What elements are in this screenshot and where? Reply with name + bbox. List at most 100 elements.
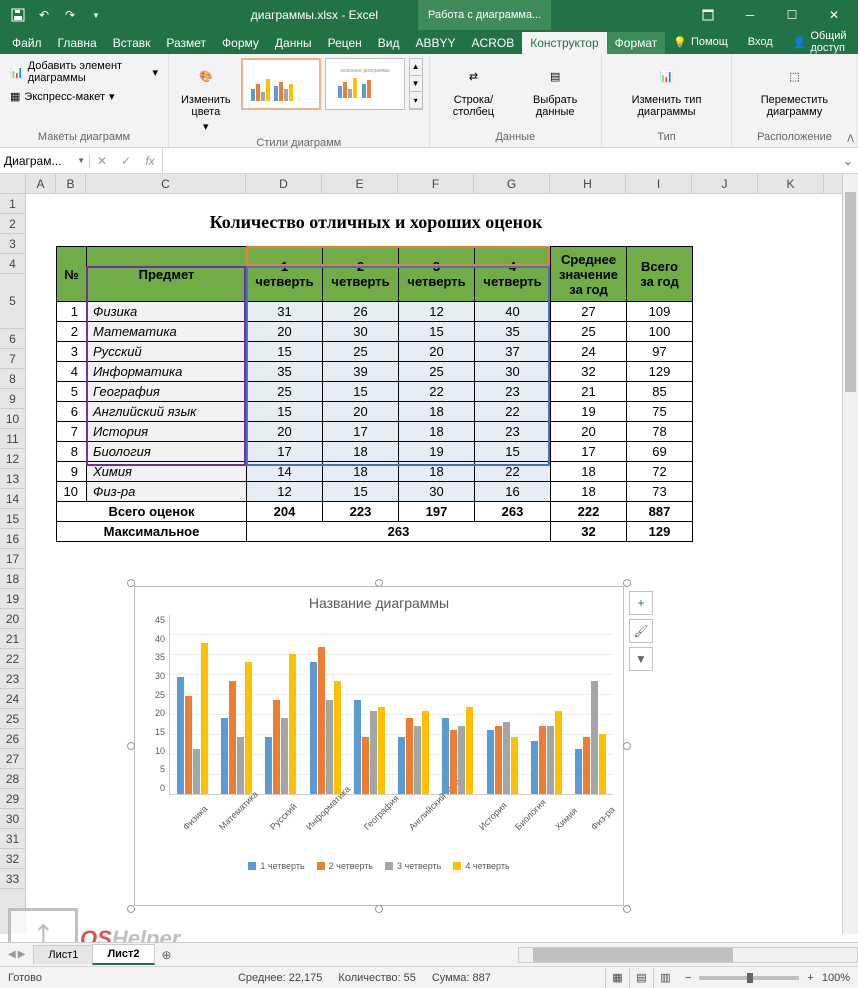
row-3[interactable]: 3 [0, 234, 25, 254]
row-20[interactable]: 20 [0, 609, 25, 629]
maximize-button[interactable]: ☐ [772, 0, 812, 30]
save-button[interactable] [6, 3, 30, 27]
tab-formulas[interactable]: Форму [214, 32, 267, 54]
tab-constructor[interactable]: Конструктор [522, 32, 606, 54]
bar-group[interactable] [575, 681, 606, 794]
switch-row-column[interactable]: ⇄ Строка/столбец [436, 58, 512, 120]
change-colors[interactable]: 🎨 Изменить цвета ▾ [175, 58, 237, 135]
tell-me[interactable]: 💡 Помощ [665, 36, 735, 49]
select-data[interactable]: ▤ Выбрать данные [515, 58, 595, 120]
chart-style-1[interactable] [241, 58, 321, 110]
table-row[interactable]: 5География 25152223 2185 [57, 382, 693, 402]
row-15[interactable]: 15 [0, 509, 25, 529]
row-29[interactable]: 29 [0, 789, 25, 809]
undo-button[interactable]: ↶ [32, 3, 56, 27]
row-11[interactable]: 11 [0, 429, 25, 449]
row-28[interactable]: 28 [0, 769, 25, 789]
bar-group[interactable] [177, 643, 208, 794]
table-row[interactable]: 10Физ-ра 12153016 1873 [57, 482, 693, 502]
row-13[interactable]: 13 [0, 469, 25, 489]
table-row[interactable]: 4Информатика 35392530 32129 [57, 362, 693, 382]
chart-title[interactable]: Название диаграммы [135, 587, 623, 615]
row-4[interactable]: 4 [0, 254, 25, 274]
cancel-edit[interactable]: ✕ [90, 148, 114, 174]
table-row[interactable]: 8Биология 17181915 1769 [57, 442, 693, 462]
table-row[interactable]: 9Химия 14181822 1872 [57, 462, 693, 482]
share-button[interactable]: 👤 Общий доступ [785, 30, 855, 54]
row-12[interactable]: 12 [0, 449, 25, 469]
row-27[interactable]: 27 [0, 749, 25, 769]
horizontal-scrollbar[interactable] [518, 947, 858, 963]
tab-insert[interactable]: Вставк [105, 32, 159, 54]
tab-home[interactable]: Главна [50, 32, 105, 54]
legend-item[interactable]: 4 четверть [453, 861, 509, 871]
chart-styles-button[interactable]: 🖌 [629, 619, 653, 643]
tab-review[interactable]: Рецен [320, 32, 370, 54]
bar-group[interactable] [442, 707, 473, 794]
chart-elements-button[interactable]: + [629, 591, 653, 615]
tab-data[interactable]: Данны [267, 32, 320, 54]
tab-format[interactable]: Формат [607, 32, 666, 54]
name-box-dropdown[interactable]: ▼ [77, 156, 85, 165]
minimize-button[interactable]: ─ [730, 0, 770, 30]
chart-filters-button[interactable]: ▼ [629, 647, 653, 671]
col-J[interactable]: J [692, 174, 758, 193]
tab-abbyy[interactable]: ABBYY [408, 32, 464, 54]
bar-group[interactable] [531, 711, 562, 794]
row-14[interactable]: 14 [0, 489, 25, 509]
chart-plot-area[interactable]: 051015202530354045 [135, 615, 623, 795]
gallery-down[interactable]: ▼ [410, 76, 422, 93]
col-B[interactable]: B [56, 174, 86, 193]
col-I[interactable]: I [626, 174, 692, 193]
close-button[interactable]: ✕ [814, 0, 854, 30]
row-33[interactable]: 33 [0, 869, 25, 889]
col-A[interactable]: A [26, 174, 56, 193]
quick-layout[interactable]: ▦Экспресс-макет ▾ [6, 88, 119, 105]
row-2[interactable]: 2 [0, 214, 25, 234]
row-32[interactable]: 32 [0, 849, 25, 869]
row-16[interactable]: 16 [0, 529, 25, 549]
bar-group[interactable] [221, 662, 252, 794]
col-K[interactable]: K [758, 174, 824, 193]
row-10[interactable]: 10 [0, 409, 25, 429]
sheet-nav-prev[interactable]: ◀ [8, 949, 16, 960]
expand-formula-bar[interactable]: ⌄ [838, 154, 858, 168]
insert-function[interactable]: fx [138, 148, 162, 174]
tab-acrobat[interactable]: ACROB [464, 32, 523, 54]
embedded-chart[interactable]: Название диаграммы 051015202530354045 Фи… [134, 586, 624, 906]
zoom-level[interactable]: 100% [822, 972, 850, 984]
bar-group[interactable] [265, 654, 296, 794]
view-page-break[interactable]: ▥ [653, 968, 677, 988]
ribbon-display-options[interactable] [688, 0, 728, 30]
col-D[interactable]: D [246, 174, 322, 193]
vertical-scrollbar[interactable] [842, 174, 858, 934]
zoom-slider[interactable] [699, 976, 799, 980]
bar-group[interactable] [487, 722, 518, 794]
row-25[interactable]: 25 [0, 709, 25, 729]
gallery-expand[interactable]: ▾ [410, 92, 422, 109]
add-chart-element[interactable]: 📊Добавить элемент диаграммы ▾ [6, 58, 162, 86]
tab-view[interactable]: Вид [370, 32, 408, 54]
row-19[interactable]: 19 [0, 589, 25, 609]
row-26[interactable]: 26 [0, 729, 25, 749]
formula-input[interactable] [163, 154, 838, 168]
bar-group[interactable] [310, 647, 341, 794]
gallery-up[interactable]: ▲ [410, 59, 422, 76]
chart-style-2[interactable]: название диаграммы [325, 58, 405, 110]
sheet-tab-1[interactable]: Лист1 [33, 945, 93, 964]
row-6[interactable]: 6 [0, 329, 25, 349]
move-chart[interactable]: ⬚ Переместить диаграмму [738, 58, 851, 120]
sign-in[interactable]: Вход [740, 36, 781, 48]
col-C[interactable]: C [86, 174, 246, 193]
col-H[interactable]: H [550, 174, 626, 193]
row-31[interactable]: 31 [0, 829, 25, 849]
add-sheet[interactable]: ⊕ [154, 948, 180, 962]
table-row[interactable]: 2Математика 20301535 25100 [57, 322, 693, 342]
table-row[interactable]: 6Английский язык 15201822 1975 [57, 402, 693, 422]
bar-group[interactable] [354, 700, 385, 794]
zoom-in[interactable]: + [807, 972, 813, 984]
row-5[interactable]: 5 [0, 274, 25, 329]
collapse-ribbon[interactable]: ᐱ [847, 134, 854, 145]
table-row[interactable]: 1Физика 31261240 27109 [57, 302, 693, 322]
confirm-edit[interactable]: ✓ [114, 148, 138, 174]
